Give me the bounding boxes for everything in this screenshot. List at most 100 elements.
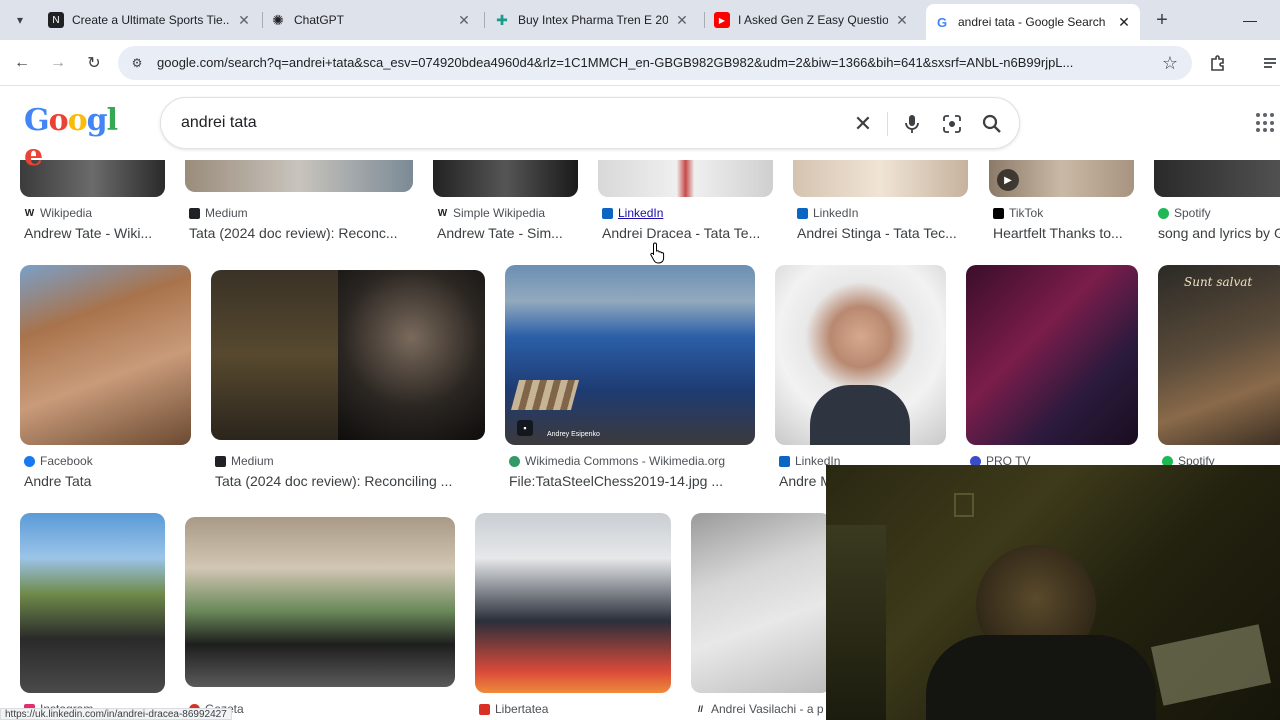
video-play-icon: ▶ — [997, 169, 1019, 191]
result-caption[interactable]: Andrew Tate - Sim... — [437, 225, 587, 241]
close-icon[interactable]: ✕ — [456, 12, 472, 28]
address-url[interactable]: google.com/search?q=andrei+tata&sca_esv=… — [157, 55, 1147, 70]
link-status-bar: https://uk.linkedin.com/in/andrei-dracea… — [0, 708, 232, 720]
linkedin-icon — [797, 207, 808, 219]
result-caption[interactable]: File:TataSteelChess2019-14.jpg ... — [509, 473, 759, 489]
lens-camera-icon[interactable] — [939, 111, 965, 137]
tab-search-chevron-icon[interactable]: ▾ — [8, 8, 32, 32]
microphone-icon[interactable] — [899, 111, 925, 137]
tab-title: Buy Intex Pharma Tren E 200... — [518, 13, 668, 27]
result-source[interactable]: Libertatea — [479, 702, 548, 716]
wall-frame-shape — [954, 493, 974, 517]
tab-youtube-genz[interactable]: ▶ I Asked Gen Z Easy Questio... ✕ — [706, 6, 918, 34]
medium-icon — [189, 207, 200, 219]
image-thumbnail[interactable] — [475, 513, 671, 693]
linkedin-icon — [779, 455, 790, 467]
image-thumbnail[interactable] — [966, 265, 1138, 445]
wikipedia-icon: W — [437, 207, 448, 219]
new-tab-plus-icon[interactable]: + — [1150, 8, 1174, 32]
close-icon[interactable]: ✕ — [674, 12, 690, 28]
result-caption[interactable]: song and lyrics by Gi — [1158, 225, 1280, 241]
notion-icon: N — [48, 12, 64, 28]
close-icon[interactable]: ✕ — [236, 12, 252, 28]
image-thumbnail[interactable] — [691, 513, 831, 693]
image-thumbnail[interactable] — [211, 270, 485, 440]
tiktok-icon — [993, 207, 1004, 219]
chess-board-shape — [510, 380, 580, 410]
extensions-puzzle-icon[interactable] — [1206, 51, 1230, 75]
source-label: LinkedIn — [813, 206, 859, 220]
image-thumbnail[interactable] — [775, 265, 946, 445]
tab-title: I Asked Gen Z Easy Questio... — [738, 13, 888, 27]
wikimedia-icon — [509, 455, 520, 467]
reading-list-icon[interactable] — [1258, 51, 1280, 75]
result-caption[interactable]: Tata (2024 doc review): Reconc... — [189, 225, 417, 241]
person-body-shape — [926, 635, 1156, 720]
tab-intex-pharma[interactable]: ✚ Buy Intex Pharma Tren E 200... ✕ — [486, 6, 698, 34]
hand-pointer-cursor-icon — [650, 242, 666, 269]
thumb-credit-text: Andrey Esipenko — [547, 431, 600, 438]
result-caption[interactable]: Andrew Tate - Wiki... — [24, 225, 174, 241]
tab-sports-tie[interactable]: N Create a Ultimate Sports Tie... ✕ — [40, 6, 260, 34]
result-caption[interactable]: Heartfelt Thanks to... — [993, 225, 1143, 241]
source-icon: // — [695, 703, 706, 715]
reload-icon[interactable]: ↻ — [82, 51, 106, 75]
result-source[interactable]: W Wikipedia — [24, 206, 92, 220]
source-label: Wikipedia — [40, 206, 93, 220]
minimize-icon[interactable]: — — [1238, 8, 1262, 32]
medium-icon — [215, 455, 226, 467]
close-icon[interactable]: ✕ — [894, 12, 910, 28]
google-header: Google andrei tata ✕ — [0, 87, 1280, 173]
result-source[interactable]: Medium — [215, 454, 274, 468]
search-input[interactable]: andrei tata — [181, 114, 257, 132]
search-icon[interactable] — [979, 111, 1005, 137]
source-label: Simple Wikipedia — [453, 206, 546, 220]
close-icon[interactable]: ✕ — [1116, 14, 1132, 30]
google-apps-grid-icon[interactable] — [1256, 113, 1276, 133]
google-doodle-logo[interactable]: Google — [24, 103, 118, 173]
bookmark-star-icon[interactable]: ☆ — [1162, 53, 1178, 74]
webcam-overlay — [826, 465, 1280, 720]
result-source[interactable]: Facebook — [24, 454, 93, 468]
tab-title: ChatGPT — [294, 13, 345, 27]
image-thumbnail[interactable] — [20, 265, 191, 445]
source-label: LinkedIn — [618, 206, 664, 220]
result-caption[interactable]: Andre Tata — [24, 473, 194, 489]
site-info-tune-icon[interactable]: ⚙ — [128, 54, 146, 72]
clear-x-icon[interactable]: ✕ — [850, 111, 876, 137]
wikipedia-icon: W — [24, 207, 35, 219]
address-bar[interactable]: ⚙ google.com/search?q=andrei+tata&sca_es… — [118, 46, 1192, 80]
result-source[interactable]: Spotify — [1158, 206, 1211, 220]
source-label: Medium — [205, 206, 248, 220]
result-source[interactable]: Wikimedia Commons - Wikimedia.org — [509, 454, 725, 468]
thumb-overlay-text: Sunt salvat — [1184, 275, 1253, 289]
browser-toolbar: ← → ↻ ⚙ google.com/search?q=andrei+tata&… — [0, 40, 1280, 86]
result-caption[interactable]: Andrei Stinga - Tata Tec... — [797, 225, 977, 241]
result-source[interactable]: Medium — [189, 206, 248, 220]
back-arrow-icon[interactable]: ← — [10, 51, 34, 75]
source-label: Spotify — [1174, 206, 1211, 220]
libertatea-icon — [479, 703, 490, 715]
result-source[interactable]: TikTok — [993, 206, 1043, 220]
image-thumbnail[interactable]: Sunt salvat — [1158, 265, 1280, 445]
source-label: Libertatea — [495, 702, 549, 716]
image-thumbnail[interactable]: Andrey Esipenko ▪ — [505, 265, 755, 445]
image-thumbnail[interactable] — [20, 513, 165, 693]
image-thumbnail[interactable] — [185, 517, 455, 687]
search-box[interactable]: andrei tata ✕ — [160, 97, 1020, 149]
source-label: Facebook — [40, 454, 93, 468]
forward-arrow-icon[interactable]: → — [46, 51, 70, 75]
result-caption[interactable]: Andrei Dracea - Tata Te... — [602, 225, 782, 241]
tab-chatgpt[interactable]: ✺ ChatGPT ✕ — [262, 6, 480, 34]
result-source[interactable]: // Andrei Vasilachi - a p — [695, 702, 824, 716]
result-source[interactable]: W Simple Wikipedia — [437, 206, 545, 220]
google-icon: G — [936, 14, 948, 30]
source-label: Wikimedia Commons - Wikimedia.org — [525, 454, 726, 468]
result-source[interactable]: LinkedIn — [797, 206, 858, 220]
result-caption[interactable]: Tata (2024 doc review): Reconciling ... — [215, 473, 485, 489]
pharma-icon: ✚ — [496, 11, 508, 28]
source-label: Medium — [231, 454, 274, 468]
result-source[interactable]: LinkedIn — [602, 206, 663, 220]
tab-title: andrei tata - Google Search — [958, 15, 1106, 29]
tab-google-search[interactable]: G andrei tata - Google Search ✕ — [926, 4, 1140, 40]
